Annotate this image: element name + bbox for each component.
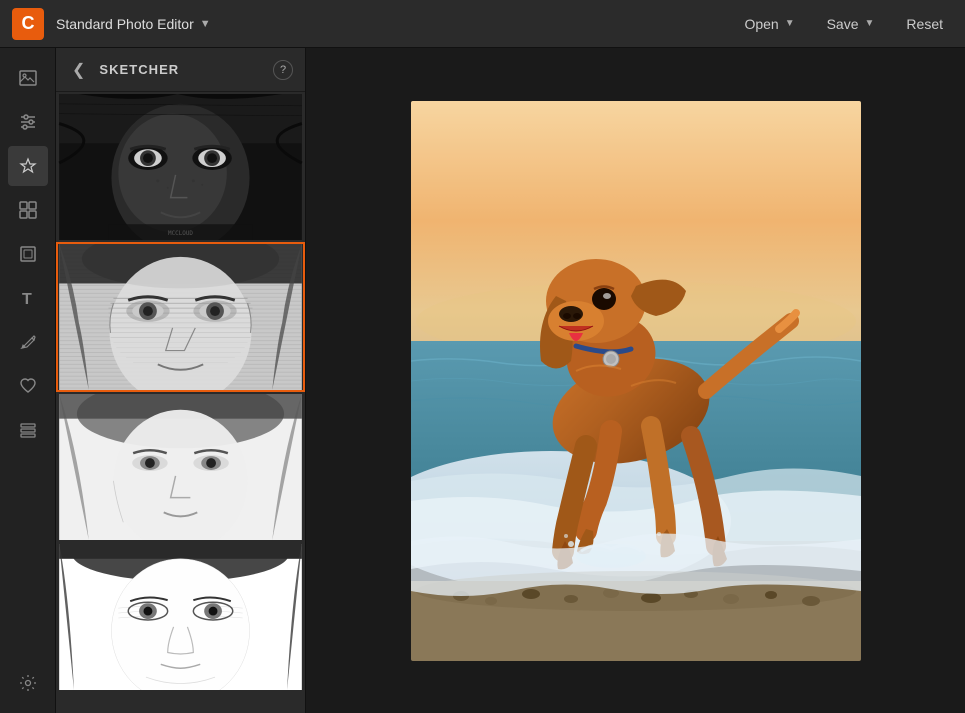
tool-adjustments[interactable] <box>8 102 48 142</box>
reset-label: Reset <box>906 16 943 32</box>
tool-effects[interactable] <box>8 146 48 186</box>
tool-text[interactable]: T <box>8 278 48 318</box>
panel-help-button[interactable]: ? <box>273 60 293 80</box>
save-label: Save <box>827 16 859 32</box>
sketcher-panel: ❮ SKETCHER ? <box>56 48 306 713</box>
title-chevron-icon: ▼ <box>200 18 211 30</box>
open-chevron-icon: ▼ <box>785 18 795 29</box>
tool-layers[interactable] <box>8 410 48 450</box>
save-button[interactable]: Save ▼ <box>817 10 885 38</box>
panel-back-button[interactable]: ❮ <box>68 56 89 84</box>
svg-text:MCCLOUD: MCCLOUD <box>168 231 193 237</box>
tool-panels[interactable] <box>8 190 48 230</box>
sketcher-grid: MCCLOUD <box>56 92 305 713</box>
tool-favorites[interactable] <box>8 366 48 406</box>
sketch-item-3[interactable] <box>56 392 305 542</box>
app-title: Standard Photo Editor <box>56 16 194 32</box>
tool-draw[interactable] <box>8 322 48 362</box>
panel-title: SKETCHER <box>99 62 263 77</box>
main-photo <box>411 101 861 661</box>
photo-container <box>411 101 861 661</box>
tool-frame[interactable] <box>8 234 48 274</box>
open-button[interactable]: Open ▼ <box>734 10 804 38</box>
main-area: T <box>0 48 965 713</box>
tool-settings[interactable] <box>8 663 48 703</box>
save-chevron-icon: ▼ <box>865 18 875 29</box>
sketch-item-2[interactable] <box>56 242 305 392</box>
canvas-area <box>306 48 965 713</box>
sketch-item-4[interactable] <box>56 542 305 692</box>
tool-image[interactable] <box>8 58 48 98</box>
panel-header: ❮ SKETCHER ? <box>56 48 305 92</box>
icon-bar: T <box>0 48 56 713</box>
svg-text:T: T <box>22 291 32 308</box>
reset-button[interactable]: Reset <box>896 10 953 38</box>
topbar: C Standard Photo Editor ▼ Open ▼ Save ▼ … <box>0 0 965 48</box>
app-logo: C <box>12 8 44 40</box>
sketch-item-1[interactable]: MCCLOUD <box>56 92 305 242</box>
app-title-dropdown[interactable]: Standard Photo Editor ▼ <box>56 16 211 32</box>
open-label: Open <box>744 16 778 32</box>
